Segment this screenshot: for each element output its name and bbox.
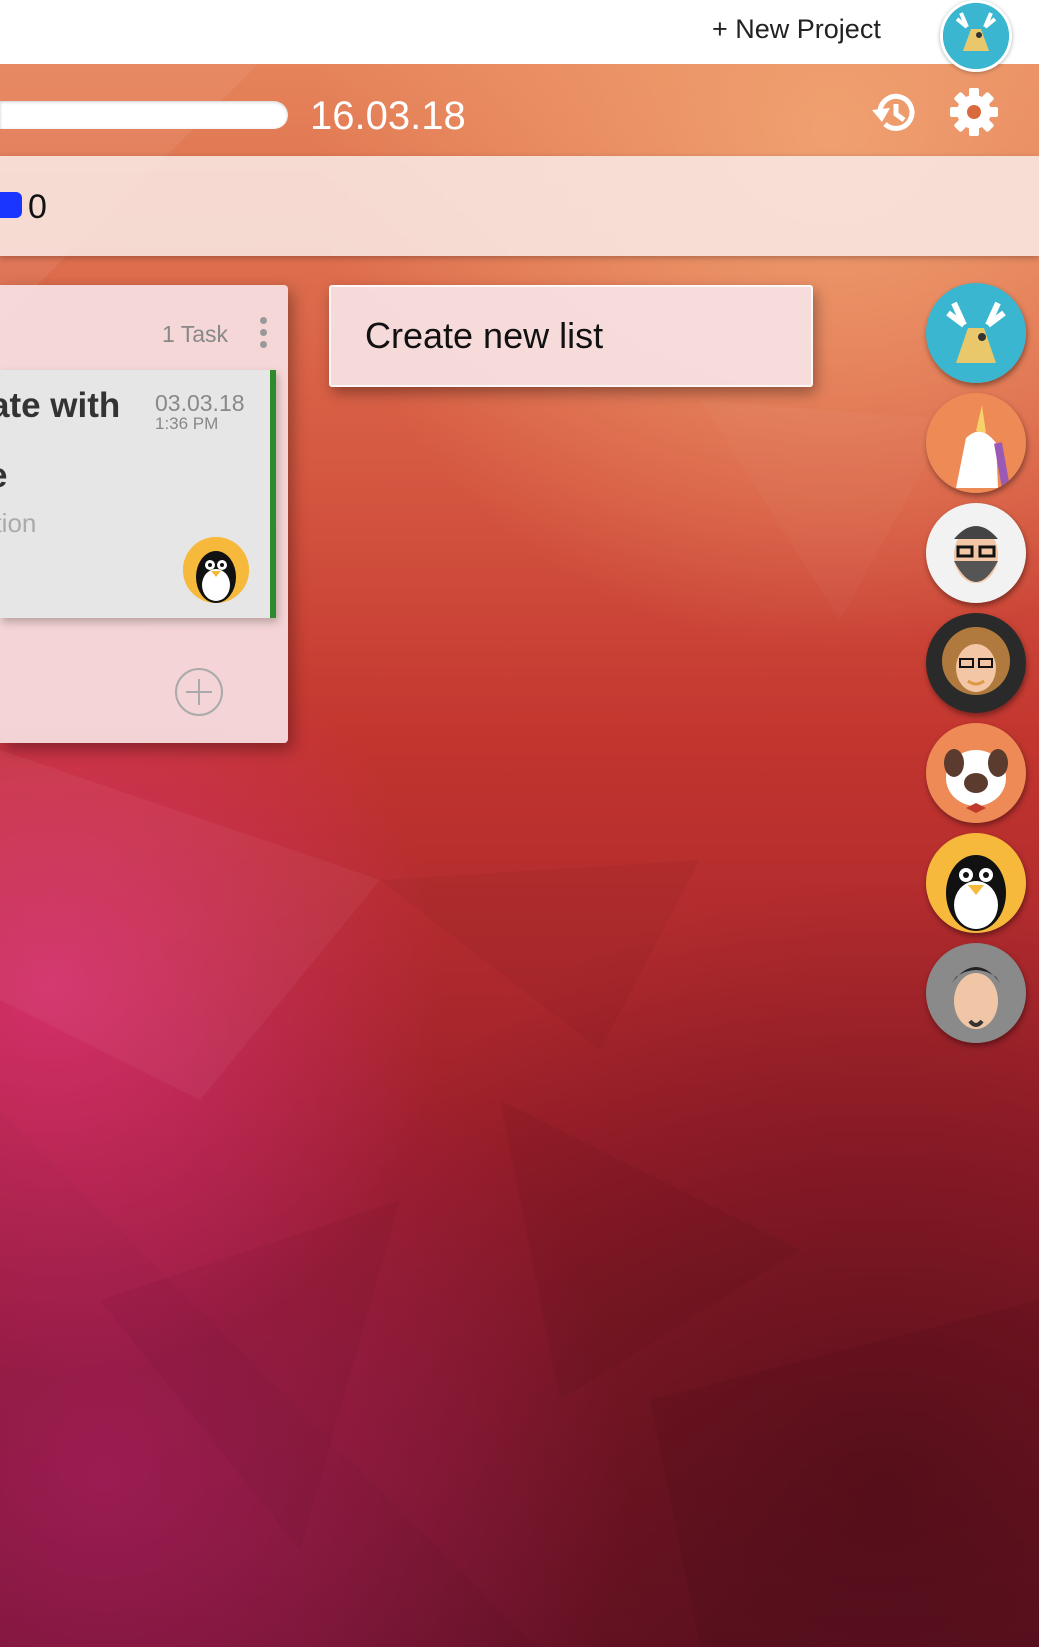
project-stats-bar: 0 [0, 156, 1039, 256]
bearded-man-icon [926, 503, 1026, 603]
member-avatar-moose[interactable] [926, 283, 1026, 383]
penguin-icon [926, 833, 1026, 933]
more-vertical-icon[interactable] [258, 317, 268, 353]
member-avatar-penguin[interactable] [926, 833, 1026, 933]
status-color-swatch [0, 192, 22, 218]
member-avatar-dark-hair-man[interactable] [926, 943, 1026, 1043]
project-header: 16.03.18 [0, 64, 1039, 156]
status-count: 0 [28, 188, 47, 226]
member-avatar-pug-dog[interactable] [926, 723, 1026, 823]
user-avatar[interactable] [940, 0, 1012, 72]
new-project-button[interactable]: + New Project [712, 14, 881, 45]
task-description: ption [0, 508, 37, 538]
member-avatar-bearded-man[interactable] [926, 503, 1026, 603]
unicorn-icon [926, 393, 1026, 493]
task-assignee-avatar [183, 537, 249, 603]
task-time: 1:36 PM [155, 414, 219, 433]
pug-dog-icon [926, 723, 1026, 823]
task-list: 1 Task ate with 03.03.18 1:36 PM e ption [0, 285, 288, 743]
project-date: 16.03.18 [310, 94, 466, 138]
member-avatar-curly-woman[interactable] [926, 613, 1026, 713]
penguin-icon [183, 537, 249, 603]
dark-hair-man-icon [926, 943, 1026, 1043]
task-card[interactable]: ate with 03.03.18 1:36 PM e ption [0, 370, 276, 618]
create-new-list-button[interactable]: Create new list [329, 285, 813, 387]
member-avatar-unicorn[interactable] [926, 393, 1026, 493]
add-task-icon[interactable] [174, 667, 224, 717]
gear-icon[interactable] [946, 84, 1002, 140]
moose-icon [943, 3, 1009, 69]
curly-woman-icon [926, 613, 1026, 713]
top-bar: + New Project [0, 0, 1039, 72]
task-count: 1 Task [162, 321, 229, 347]
create-list-label: Create new list [365, 315, 604, 356]
task-title-line-2: e [0, 456, 7, 496]
task-title: ate with [0, 386, 121, 425]
history-icon[interactable] [868, 86, 922, 140]
moose-icon [926, 283, 1026, 383]
task-date: 03.03.18 [155, 390, 245, 416]
project-name-input[interactable] [0, 101, 288, 129]
